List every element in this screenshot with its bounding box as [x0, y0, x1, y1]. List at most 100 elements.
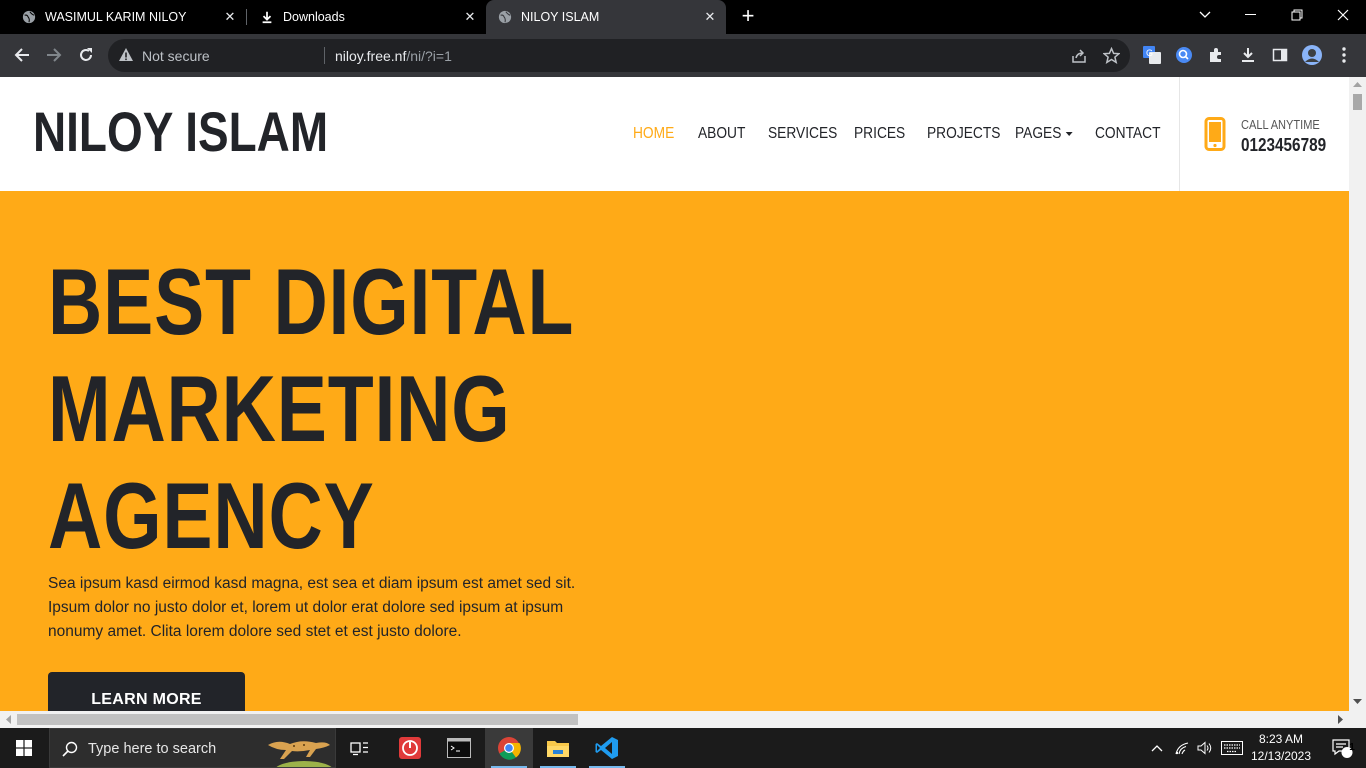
taskbar-app-terminal[interactable]	[435, 728, 483, 768]
tab-wasimul[interactable]: WASIMUL KARIM NILOY ✕	[0, 0, 246, 34]
translate-icon: G	[1143, 46, 1161, 64]
tab-title: Downloads	[283, 10, 345, 24]
hero-section: BEST DIGITAL MARKETING AGENCY Sea ipsum …	[0, 191, 1349, 711]
url-host: niloy.free.nf	[335, 48, 407, 64]
close-icon[interactable]: ✕	[702, 9, 718, 25]
chrome-icon	[498, 737, 521, 760]
tab-strip: WASIMUL KARIM NILOY ✕ Downloads ✕ NILOY …	[0, 0, 1366, 34]
scroll-up-icon[interactable]	[1353, 81, 1362, 87]
new-tab-button[interactable]: +	[737, 5, 759, 28]
security-label[interactable]: Not secure	[142, 48, 210, 64]
reload-button[interactable]	[73, 42, 99, 68]
nav-about[interactable]: ABOUT	[698, 125, 745, 143]
profile-button[interactable]	[1299, 42, 1325, 68]
close-icon[interactable]: ✕	[222, 9, 238, 25]
avatar-icon	[1302, 45, 1322, 65]
tab-niloy-islam[interactable]: NILOY ISLAM ✕	[486, 0, 726, 34]
close-icon[interactable]: ✕	[462, 9, 478, 25]
back-button[interactable]	[9, 42, 35, 68]
keyboard-button[interactable]	[1218, 728, 1246, 768]
task-view-button[interactable]	[336, 728, 384, 768]
puzzle-icon	[1210, 48, 1221, 62]
forward-button[interactable]	[41, 42, 67, 68]
arrow-right-icon	[47, 48, 62, 62]
hero-title-line-1: BEST DIGITAL	[48, 249, 575, 354]
close-window-button[interactable]	[1320, 0, 1366, 30]
network-button[interactable]	[1170, 728, 1194, 768]
horizontal-scrollbar[interactable]	[0, 711, 1366, 728]
nav-prices[interactable]: PRICES	[854, 125, 905, 143]
arrow-left-icon	[14, 48, 29, 62]
taskbar-app-vscode[interactable]	[583, 728, 631, 768]
browser-toolbar: Not secure niloy.free.nf/ni/?i=1 G	[0, 34, 1366, 77]
nav-home[interactable]: HOME	[633, 125, 674, 143]
start-button[interactable]	[0, 728, 48, 768]
taskbar-app-chrome[interactable]	[485, 728, 533, 768]
taskbar-app-file-explorer[interactable]	[534, 728, 582, 768]
notifications-button[interactable]: 1	[1318, 728, 1366, 768]
warning-icon[interactable]	[118, 47, 134, 63]
extensions-button[interactable]	[1203, 42, 1229, 68]
taskbar-app-power[interactable]	[386, 728, 434, 768]
side-panel-button[interactable]	[1267, 42, 1293, 68]
web-page: NILOY ISLAM HOME ABOUT SERVICES PRICES P…	[0, 77, 1349, 711]
wifi-icon	[1175, 742, 1189, 755]
volume-button[interactable]	[1193, 728, 1217, 768]
restore-icon	[1291, 9, 1303, 21]
svg-text:G: G	[1146, 48, 1153, 58]
tab-downloads[interactable]: Downloads ✕	[246, 0, 486, 34]
horizontal-scroll-thumb[interactable]	[17, 714, 578, 725]
site-navbar: NILOY ISLAM HOME ABOUT SERVICES PRICES P…	[0, 77, 1349, 191]
kebab-menu-icon	[1342, 47, 1346, 63]
tab-search-button[interactable]	[1182, 0, 1228, 30]
learn-more-button[interactable]: LEARN MORE	[48, 672, 245, 711]
omnibox-divider	[324, 47, 325, 64]
nav-projects[interactable]: PROJECTS	[927, 125, 1000, 143]
vertical-scrollbar[interactable]	[1349, 77, 1366, 711]
downloads-button[interactable]	[1235, 42, 1261, 68]
chevron-up-icon	[1151, 745, 1163, 752]
terminal-icon	[447, 738, 471, 758]
minimize-button[interactable]	[1228, 0, 1274, 30]
taskbar-search[interactable]: Type here to search	[49, 728, 336, 768]
show-hidden-icons-button[interactable]	[1145, 728, 1169, 768]
tab-title: WASIMUL KARIM NILOY	[45, 10, 187, 24]
menu-button[interactable]	[1331, 42, 1357, 68]
globe-icon	[22, 10, 36, 24]
lens-icon	[1176, 47, 1192, 63]
translate-extension[interactable]: G	[1139, 42, 1165, 68]
call-box: CALL ANYTIME 0123456789	[1179, 77, 1349, 191]
nav-pages[interactable]: PAGES	[1015, 125, 1073, 143]
hero-title-line-3: AGENCY	[48, 463, 375, 568]
keyboard-icon	[1221, 741, 1243, 755]
vscode-icon	[595, 737, 618, 759]
nav-contact[interactable]: CONTACT	[1095, 125, 1160, 143]
lens-extension[interactable]	[1171, 42, 1197, 68]
share-icon[interactable]	[1071, 48, 1087, 64]
star-icon[interactable]	[1103, 47, 1120, 64]
search-placeholder: Type here to search	[88, 741, 217, 757]
minimize-icon	[1245, 14, 1256, 15]
site-logo[interactable]: NILOY ISLAM	[33, 99, 328, 164]
scroll-down-icon[interactable]	[1353, 699, 1362, 705]
task-view-icon	[350, 742, 368, 756]
windows-taskbar: Type here to search 8:23 AM 12/13/2023 1	[0, 728, 1366, 768]
address-bar[interactable]: Not secure niloy.free.nf/ni/?i=1	[108, 39, 1130, 72]
caret-down-icon	[1065, 131, 1073, 136]
taskbar-clock[interactable]: 8:23 AM 12/13/2023	[1243, 731, 1319, 765]
folder-icon	[547, 741, 569, 757]
url-text[interactable]: niloy.free.nf/ni/?i=1	[335, 48, 452, 64]
search-icon	[62, 741, 78, 757]
vertical-scroll-thumb[interactable]	[1353, 94, 1362, 110]
scroll-right-icon[interactable]	[1338, 715, 1344, 724]
windows-logo-icon	[16, 740, 32, 756]
scroll-left-icon[interactable]	[5, 715, 11, 724]
call-number[interactable]: 0123456789	[1241, 135, 1326, 156]
reload-icon	[80, 48, 92, 61]
nav-pages-label: PAGES	[1015, 125, 1062, 142]
power-app-icon	[399, 737, 421, 759]
restore-button[interactable]	[1274, 0, 1320, 30]
nav-services[interactable]: SERVICES	[768, 125, 837, 143]
hero-title-line-2: MARKETING	[48, 356, 511, 461]
chevron-down-icon	[1199, 11, 1211, 18]
